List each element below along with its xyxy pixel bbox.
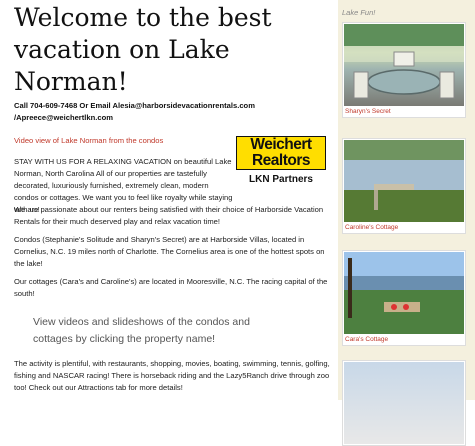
contact-info: Call 704-609-7468 Or Email Alesia@harbor… (14, 100, 334, 124)
activity-paragraph: The activity is plentiful, with restaura… (14, 359, 330, 392)
logo-line-2: Realtors (251, 152, 311, 169)
lake-dock-image (344, 140, 464, 222)
property-caption[interactable]: Sharyn's Secret (345, 108, 463, 115)
property-caption[interactable]: Caroline's Cottage (345, 224, 463, 231)
property-card-sharyns-secret[interactable]: Sharyn's Secret (342, 22, 466, 118)
logo-partners: LKN Partners (249, 174, 313, 185)
property-card-carolines-cottage[interactable]: Caroline's Cottage (342, 138, 466, 234)
condos-paragraph: Condos (Stephanie's Solitude and Sharyn'… (14, 235, 325, 268)
property-photo[interactable] (344, 24, 464, 106)
intro-paragraph-2: We are passionate about our renters bein… (14, 205, 324, 226)
sidebar: Lake Fun! Sharyn's Secret Caroline's Cot… (338, 0, 475, 446)
property-caption[interactable]: Cara's Cottage (345, 336, 463, 343)
contact-line-1[interactable]: Call 704-609-7468 Or Email Alesia@harbor… (14, 100, 334, 112)
contact-line-2[interactable]: /Apreece@weichertlkn.com (14, 112, 334, 124)
weichert-logo[interactable]: Weichert Realtors LKN Partners (236, 136, 326, 196)
backyard-lake-image (344, 252, 464, 334)
patio-scene-image (344, 24, 464, 99)
video-view-link[interactable]: Video view of Lake Norman from the condo… (14, 136, 163, 145)
main-content: Welcome to the best vacation on Lake Nor… (0, 0, 338, 400)
sidebar-heading: Lake Fun! (342, 8, 376, 17)
property-photo[interactable] (344, 140, 464, 222)
cottages-paragraph: Our cottages (Cara's and Caroline's) are… (14, 277, 328, 298)
weichert-logo-box: Weichert Realtors (236, 136, 326, 170)
videos-callout: View videos and slideshows of the condos… (33, 316, 250, 345)
property-photo[interactable] (344, 252, 464, 334)
logo-line-1: Weichert (250, 136, 312, 153)
property-photo[interactable] (344, 362, 464, 444)
property-card-4[interactable] (342, 360, 466, 446)
page-title: Welcome to the best vacation on Lake Nor… (14, 3, 272, 96)
property-card-caras-cottage[interactable]: Cara's Cottage (342, 250, 466, 346)
